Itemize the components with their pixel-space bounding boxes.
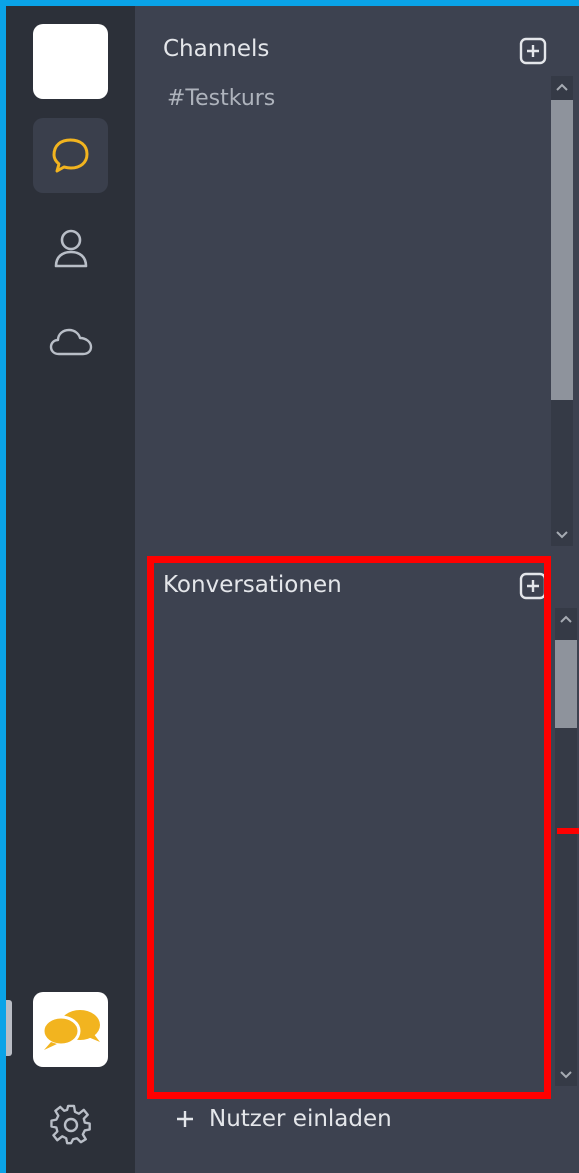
conversations-scrollbar[interactable] (555, 608, 577, 1086)
scroll-up-arrow-icon[interactable] (551, 76, 573, 98)
settings-button[interactable] (33, 1094, 108, 1154)
add-conversation-button[interactable] (519, 572, 547, 600)
left-rail (6, 6, 135, 1173)
plus-icon (177, 1111, 193, 1127)
user-icon (54, 229, 87, 268)
invite-users-button[interactable]: Nutzer einladen (175, 1106, 392, 1132)
invite-label: Nutzer einladen (209, 1106, 392, 1132)
add-channel-button[interactable] (519, 37, 547, 65)
rail-handle (6, 1000, 12, 1056)
conversations-title: Konversationen (163, 572, 342, 598)
sidebar-lists: Channels #Testkurs Konversationen Nutzer… (135, 6, 579, 1173)
scroll-down-arrow-icon[interactable] (555, 1064, 577, 1086)
channels-scroll-thumb[interactable] (551, 100, 573, 400)
plus-square-icon (519, 572, 547, 600)
chat-bubbles-logo-icon (41, 1010, 100, 1050)
plus-square-icon (519, 37, 547, 65)
gear-icon (49, 1104, 91, 1145)
contacts-nav-button[interactable] (33, 218, 108, 278)
chats-nav-button[interactable] (33, 118, 108, 193)
cloud-icon (49, 328, 92, 356)
conversations-scroll-thumb[interactable] (555, 640, 577, 728)
speech-bubble-icon (52, 138, 89, 173)
app-window: Channels #Testkurs Konversationen Nutzer… (6, 6, 579, 1173)
workspace-tile[interactable] (33, 24, 108, 99)
channels-title: Channels (163, 36, 270, 62)
scroll-down-arrow-icon[interactable] (551, 524, 573, 546)
scroll-up-arrow-icon[interactable] (555, 608, 577, 630)
app-logo-button[interactable] (33, 992, 108, 1067)
channel-item-testkurs[interactable]: #Testkurs (167, 86, 275, 111)
cloud-nav-button[interactable] (33, 312, 108, 372)
channels-scrollbar[interactable] (551, 76, 573, 546)
highlight-marker (557, 828, 579, 834)
